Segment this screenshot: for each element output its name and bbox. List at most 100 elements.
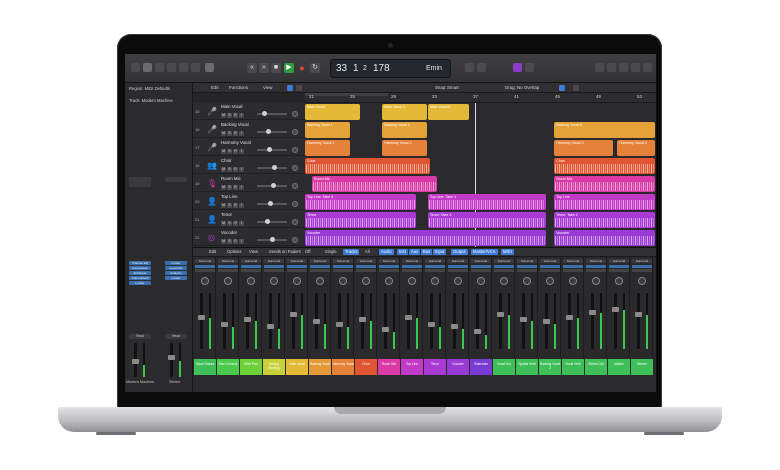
record-enable-button[interactable]: R bbox=[233, 131, 238, 136]
fader-cap[interactable] bbox=[221, 322, 228, 327]
pan-knob[interactable] bbox=[431, 277, 439, 285]
record-enable-button[interactable]: R bbox=[233, 149, 238, 154]
mixer-tab-inst[interactable]: Inst bbox=[397, 249, 408, 255]
record-enable-button[interactable]: R bbox=[233, 113, 238, 118]
record-enable-button[interactable]: R bbox=[233, 167, 238, 172]
lcd-display[interactable]: 33 1 2 178 Emin bbox=[330, 59, 451, 78]
channel-name[interactable]: Top Line bbox=[401, 359, 423, 375]
input-monitor-button[interactable]: I bbox=[239, 203, 244, 208]
eq-slot[interactable] bbox=[287, 265, 307, 268]
mixer-tab-single[interactable]: Single bbox=[323, 249, 339, 255]
edit-menu[interactable]: Edit bbox=[211, 85, 219, 90]
pan-knob[interactable] bbox=[292, 183, 298, 189]
waveform-zoom-icon[interactable] bbox=[573, 85, 579, 91]
mixer-tab-aux[interactable]: Aux bbox=[409, 249, 421, 255]
volume-fader[interactable] bbox=[476, 293, 479, 349]
volume-slider[interactable] bbox=[257, 201, 287, 206]
audio-region[interactable]: Main Vocal 3 bbox=[382, 104, 427, 120]
track-header[interactable]: 15 🎤 Main Vocal M S R I bbox=[193, 103, 305, 120]
audio-region[interactable]: Choir bbox=[554, 158, 655, 174]
input-slot[interactable] bbox=[517, 269, 537, 272]
mixer-tab-options[interactable]: Options bbox=[225, 249, 243, 255]
drag-select[interactable]: No Overlap bbox=[517, 85, 539, 90]
play-button[interactable]: ▶ bbox=[284, 63, 294, 73]
volume-slider[interactable] bbox=[257, 219, 287, 224]
channel-name[interactable]: Stereo Out bbox=[585, 359, 607, 375]
rewind-icon[interactable]: « bbox=[247, 63, 257, 73]
audio-region[interactable]: Backing Vocal 3 bbox=[554, 122, 655, 138]
plugin-slot[interactable]: Limiter bbox=[129, 281, 151, 285]
audio-region[interactable]: Top Line: Take 4 bbox=[305, 194, 417, 210]
channel-name[interactable]: Alive Pad bbox=[240, 359, 262, 375]
view-menu[interactable]: View bbox=[263, 85, 272, 90]
fader-cap[interactable] bbox=[520, 317, 527, 322]
input-monitor-button[interactable]: I bbox=[239, 221, 244, 226]
record-enable-button[interactable]: R bbox=[233, 185, 238, 190]
track-name[interactable]: Room Mic bbox=[221, 176, 241, 181]
channel-strip[interactable]: SurroundMSHarmony Vocal bbox=[332, 257, 354, 375]
volume-slider[interactable] bbox=[257, 129, 287, 134]
eq-slot[interactable] bbox=[195, 265, 215, 268]
channel-setting[interactable]: Surround bbox=[218, 259, 238, 263]
mute-button[interactable]: M bbox=[221, 149, 226, 154]
audio-region[interactable]: Tenor: Take 2 bbox=[554, 212, 655, 228]
input-monitor-button[interactable]: I bbox=[239, 185, 244, 190]
eq-slot[interactable] bbox=[241, 265, 261, 268]
eq-slot[interactable] bbox=[218, 265, 238, 268]
solo-button[interactable]: S bbox=[227, 203, 232, 208]
audio-region[interactable]: Main Vocal 5 bbox=[427, 104, 469, 120]
channel-strip[interactable]: SurroundMSBacking Vocal 2 bbox=[539, 257, 561, 375]
plugin-slot[interactable]: Level Met bbox=[165, 266, 187, 270]
volume-slider[interactable] bbox=[257, 147, 287, 152]
track-header[interactable]: 19 🎙 Room Mic M S R I bbox=[193, 175, 305, 192]
volume-fader[interactable] bbox=[338, 293, 341, 349]
slider-thumb[interactable] bbox=[272, 165, 277, 170]
eq-slot[interactable] bbox=[448, 265, 468, 268]
pan-knob[interactable] bbox=[500, 277, 508, 285]
volume-fader[interactable] bbox=[200, 293, 203, 349]
pan-knob[interactable] bbox=[292, 147, 298, 153]
volume-fader[interactable] bbox=[269, 293, 272, 349]
mixer-tab-input[interactable]: Input bbox=[433, 249, 447, 255]
mixer-tab-sends-on-faders[interactable]: Sends on Faders bbox=[267, 249, 303, 255]
automation-mode-left[interactable]: Read bbox=[129, 334, 151, 339]
channel-name[interactable]: Main Vocal bbox=[286, 359, 308, 375]
cycle-mode-icon[interactable] bbox=[205, 63, 214, 72]
input-slot[interactable] bbox=[471, 269, 491, 272]
volume-fader[interactable] bbox=[223, 293, 226, 349]
plugin-slot[interactable]: Compressor bbox=[129, 266, 151, 270]
pan-knob[interactable] bbox=[523, 277, 531, 285]
channel-setting[interactable]: Surround bbox=[195, 259, 215, 263]
pan-knob[interactable] bbox=[292, 129, 298, 135]
eq-slot[interactable] bbox=[379, 265, 399, 268]
region-inspector-label[interactable]: Region: MIDI Defaults bbox=[129, 86, 170, 91]
channel-strip[interactable]: SurroundMSVocal Stacks bbox=[194, 257, 216, 375]
pan-knob[interactable] bbox=[615, 277, 623, 285]
notepad-icon[interactable] bbox=[607, 63, 616, 72]
track-name[interactable]: Choir bbox=[221, 158, 232, 163]
pan-knob[interactable] bbox=[224, 277, 232, 285]
input-monitor-button[interactable]: I bbox=[239, 113, 244, 118]
input-slot[interactable] bbox=[540, 269, 560, 272]
channel-name[interactable]: Room Mic bbox=[378, 359, 400, 375]
channel-name[interactable]: Spatial Verb bbox=[516, 359, 538, 375]
audio-region[interactable]: Top Line: Take 4 bbox=[427, 194, 547, 210]
volume-fader[interactable] bbox=[568, 293, 571, 349]
record-button[interactable]: ● bbox=[297, 63, 307, 73]
mute-button[interactable]: M bbox=[221, 239, 226, 244]
channel-name[interactable]: Vocoder bbox=[447, 359, 469, 375]
mixer-tab-bus[interactable]: Bus bbox=[421, 249, 433, 255]
channel-name[interactable]: Stereo bbox=[631, 359, 653, 375]
track-name[interactable]: Top Line bbox=[221, 194, 238, 199]
fader-cap[interactable] bbox=[267, 324, 274, 329]
live-loops-icon[interactable] bbox=[513, 63, 522, 72]
channel-setting[interactable]: Surround bbox=[494, 259, 514, 263]
eq-slot[interactable] bbox=[517, 265, 537, 268]
audio-region[interactable]: Vocoder bbox=[554, 230, 655, 246]
audio-region[interactable]: Vocoder bbox=[305, 230, 547, 246]
mixer-tab-edit[interactable]: Edit bbox=[207, 249, 218, 255]
pan-knob[interactable] bbox=[292, 201, 298, 207]
mixer-icon[interactable] bbox=[179, 63, 188, 72]
channel-setting[interactable]: Surround bbox=[540, 259, 560, 263]
solo-button[interactable]: S bbox=[227, 239, 232, 244]
